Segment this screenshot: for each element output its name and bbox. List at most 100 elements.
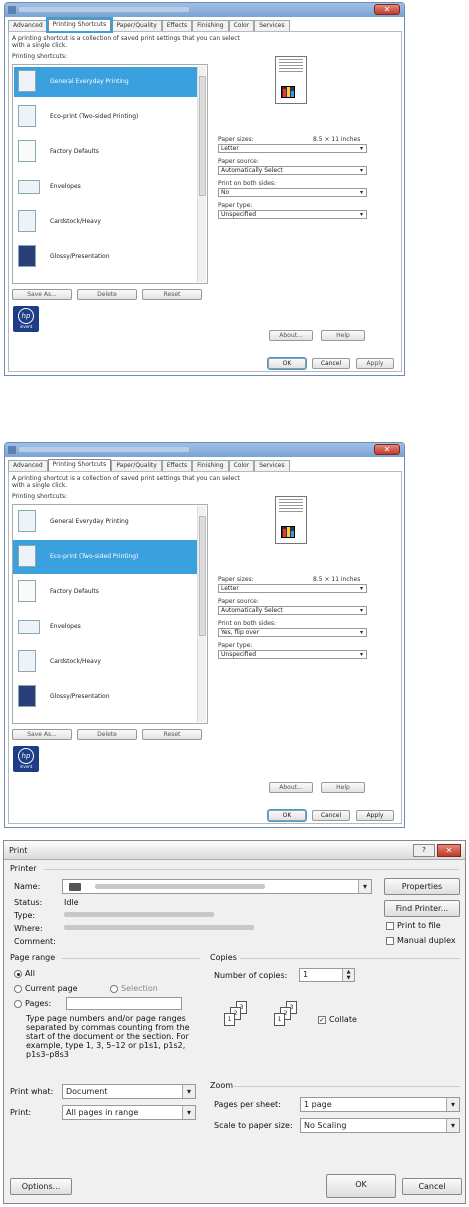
- selection-radio[interactable]: Selection: [110, 984, 158, 993]
- pages-input[interactable]: [66, 997, 182, 1010]
- print-both-sides-select[interactable]: No: [218, 188, 367, 197]
- shortcuts-list[interactable]: General Everyday Printing Eco-print (Two…: [12, 64, 208, 284]
- list-item[interactable]: Cardstock/Heavy: [14, 207, 198, 237]
- printer-group-label: Printer: [10, 864, 37, 873]
- paper-source-select[interactable]: Automatically Select: [218, 166, 367, 175]
- list-item[interactable]: General Everyday Printing: [14, 507, 198, 537]
- description-text: A printing shortcut is a collection of s…: [12, 475, 240, 489]
- checkbox-box[interactable]: ✓: [318, 1015, 326, 1024]
- find-printer-button[interactable]: Find Printer...: [384, 900, 460, 917]
- tab-advanced[interactable]: Advanced: [8, 460, 48, 471]
- ok-button[interactable]: OK: [267, 809, 307, 822]
- list-item[interactable]: Factory Defaults: [14, 577, 198, 607]
- tab-strip: Advanced Printing Shortcuts Paper/Qualit…: [8, 459, 290, 471]
- list-item[interactable]: General Everyday Printing: [14, 67, 198, 97]
- cardstock-icon: [18, 210, 36, 232]
- paper-size-select[interactable]: Letter: [218, 584, 367, 593]
- print-both-sides-select[interactable]: Yes, flip over: [218, 628, 367, 637]
- help-button[interactable]: ?: [413, 844, 435, 857]
- paper-type-select[interactable]: Unspecified: [218, 210, 367, 219]
- ok-button[interactable]: OK: [326, 1174, 396, 1198]
- close-button[interactable]: ✕: [374, 444, 400, 455]
- reset-button[interactable]: Reset: [142, 289, 202, 300]
- close-button[interactable]: ✕: [437, 844, 461, 857]
- tab-advanced[interactable]: Advanced: [8, 20, 48, 31]
- tab-printing-shortcuts[interactable]: Printing Shortcuts: [47, 459, 112, 471]
- current-page-radio[interactable]: Current page: [14, 984, 78, 993]
- list-item[interactable]: Factory Defaults: [14, 137, 198, 167]
- scale-select[interactable]: No Scaling: [300, 1118, 460, 1133]
- scroll-thumb[interactable]: [199, 516, 206, 636]
- radio-dot[interactable]: [14, 969, 22, 978]
- reset-button[interactable]: Reset: [142, 729, 202, 740]
- list-item[interactable]: Glossy/Presentation: [14, 682, 198, 712]
- manual-duplex-checkbox[interactable]: Manual duplex: [386, 936, 456, 945]
- tab-effects[interactable]: Effects: [161, 460, 193, 471]
- scrollbar[interactable]: [197, 506, 206, 722]
- cancel-button[interactable]: Cancel: [402, 1178, 462, 1195]
- radio-dot[interactable]: [14, 999, 22, 1008]
- cancel-button[interactable]: Cancel: [312, 810, 350, 821]
- help-button[interactable]: Help: [321, 782, 365, 793]
- scrollbar[interactable]: [197, 66, 206, 282]
- cancel-button[interactable]: Cancel: [312, 358, 350, 369]
- copies-input[interactable]: 1 ▲ ▼: [299, 968, 355, 982]
- apply-button[interactable]: Apply: [356, 810, 394, 821]
- shortcuts-list[interactable]: General Everyday Printing Eco-print (Two…: [12, 504, 208, 724]
- radio-dot[interactable]: [14, 984, 22, 993]
- print-to-file-checkbox[interactable]: Print to file: [386, 921, 441, 930]
- list-item[interactable]: Eco-print (Two-sided Printing): [13, 540, 200, 574]
- radio-dot[interactable]: [110, 984, 118, 993]
- tab-strip: Advanced Printing Shortcuts Paper/Qualit…: [8, 17, 290, 33]
- tab-services[interactable]: Services: [254, 20, 290, 31]
- list-item[interactable]: Envelopes: [14, 172, 198, 202]
- delete-button[interactable]: Delete: [77, 729, 137, 740]
- print-pages-select[interactable]: All pages in range: [62, 1105, 196, 1120]
- dialog-buttons: OK Cancel Apply: [267, 357, 394, 370]
- help-button[interactable]: Help: [321, 330, 365, 341]
- pages-radio[interactable]: Pages:: [14, 999, 51, 1008]
- list-item[interactable]: Eco-print (Two-sided Printing): [14, 102, 198, 132]
- chart-preview-icon: [281, 86, 295, 98]
- about-button[interactable]: About...: [269, 330, 313, 341]
- checkbox-box[interactable]: [386, 936, 394, 945]
- options-button[interactable]: Options...: [10, 1178, 72, 1195]
- tab-printing-shortcuts[interactable]: Printing Shortcuts: [45, 17, 114, 33]
- print-both-sides-label: Print on both sides:: [218, 180, 277, 187]
- save-as-button[interactable]: Save As...: [12, 289, 72, 300]
- all-radio[interactable]: All: [14, 969, 35, 978]
- printer-name-select[interactable]: [62, 879, 372, 894]
- tab-services[interactable]: Services: [254, 460, 290, 471]
- delete-button[interactable]: Delete: [77, 289, 137, 300]
- print-dialog: Print ? ✕ Printer Name: Properties Statu…: [3, 840, 466, 1204]
- apply-button[interactable]: Apply: [356, 358, 394, 369]
- tab-finishing[interactable]: Finishing: [192, 460, 229, 471]
- print-what-select[interactable]: Document: [62, 1084, 196, 1099]
- save-as-button[interactable]: Save As...: [12, 729, 72, 740]
- list-item[interactable]: Glossy/Presentation: [14, 242, 198, 272]
- scroll-thumb[interactable]: [199, 76, 206, 196]
- where-label: Where:: [14, 924, 43, 933]
- glossy-icon: [18, 685, 36, 707]
- ok-button[interactable]: OK: [267, 357, 307, 370]
- tab-color[interactable]: Color: [228, 460, 255, 471]
- tab-color[interactable]: Color: [228, 20, 255, 31]
- paper-sizes-dim: 8.5 × 11 inches: [313, 576, 361, 583]
- paper-size-select[interactable]: Letter: [218, 144, 367, 153]
- envelope-icon: [18, 620, 40, 634]
- checkbox-box[interactable]: [386, 921, 394, 930]
- paper-type-select[interactable]: Unspecified: [218, 650, 367, 659]
- spinner-icon[interactable]: ▲ ▼: [342, 969, 354, 981]
- tab-paper-quality[interactable]: Paper/Quality: [111, 20, 162, 31]
- tab-finishing[interactable]: Finishing: [192, 20, 229, 31]
- tab-paper-quality[interactable]: Paper/Quality: [111, 460, 162, 471]
- pages-per-sheet-select[interactable]: 1 page: [300, 1097, 460, 1112]
- close-button[interactable]: ✕: [374, 4, 400, 15]
- properties-button[interactable]: Properties: [384, 878, 460, 895]
- collate-checkbox[interactable]: ✓ Collate: [318, 1015, 357, 1024]
- about-button[interactable]: About...: [269, 782, 313, 793]
- list-item[interactable]: Cardstock/Heavy: [14, 647, 198, 677]
- tab-effects[interactable]: Effects: [161, 20, 193, 31]
- list-item[interactable]: Envelopes: [14, 612, 198, 642]
- paper-source-select[interactable]: Automatically Select: [218, 606, 367, 615]
